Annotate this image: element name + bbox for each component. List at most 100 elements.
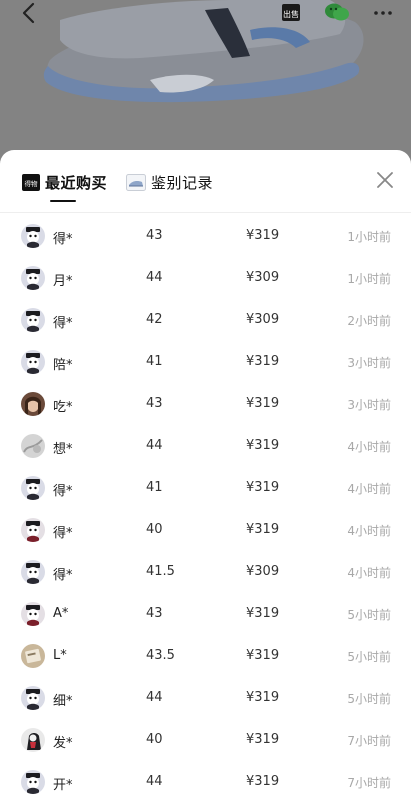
purchase-time: 2小时前 <box>347 314 391 328</box>
purchase-time: 4小时前 <box>347 566 391 580</box>
purchase-list: 得* 43 ¥319 1小时前 月* 44 ¥309 1小时前 得* 42 ¥309 2小时前 陪* 41… <box>0 216 411 800</box>
shoe-size: 44 <box>146 438 163 453</box>
buyer-name: 吃* <box>53 400 73 415</box>
purchase-time: 1小时前 <box>347 272 391 286</box>
avatar <box>21 350 45 374</box>
shoe-size: 44 <box>146 690 163 705</box>
sheet-tabs: 得物 最近购买 鉴别记录 <box>0 150 411 213</box>
avatar <box>21 560 45 584</box>
purchase-time: 5小时前 <box>347 650 391 664</box>
price: ¥319 <box>246 396 280 411</box>
svg-text:得物: 得物 <box>25 179 39 188</box>
price: ¥309 <box>246 270 280 285</box>
buyer-name: 得* <box>53 316 73 331</box>
shoe-size: 41 <box>146 354 163 369</box>
price: ¥319 <box>246 690 280 705</box>
dewu-logo-icon: 得物 <box>22 173 40 191</box>
price: ¥319 <box>246 774 280 789</box>
tab-label: 最近购买 <box>45 173 108 192</box>
avatar <box>21 686 45 710</box>
shoe-size: 40 <box>146 732 163 747</box>
shoe-size: 43 <box>146 606 163 621</box>
shoe-size: 43.5 <box>146 648 175 663</box>
list-item: A* 43 ¥319 5小时前 <box>0 594 411 636</box>
price: ¥319 <box>246 522 280 537</box>
list-item: 想* 44 ¥319 4小时前 <box>0 426 411 468</box>
purchase-time: 7小时前 <box>347 734 391 748</box>
shoe-size: 40 <box>146 522 163 537</box>
buyer-name: A* <box>53 606 69 621</box>
close-icon[interactable] <box>375 170 395 190</box>
shoe-size: 43 <box>146 228 163 243</box>
shoe-size: 44 <box>146 774 163 789</box>
buyer-name: L* <box>53 648 67 663</box>
avatar <box>21 728 45 752</box>
buyer-name: 开* <box>53 778 73 793</box>
list-item: 发* 40 ¥319 7小时前 <box>0 720 411 762</box>
svg-text:出售: 出售 <box>283 9 299 19</box>
tab-recent-purchases[interactable]: 得物 最近购买 <box>22 170 107 194</box>
price: ¥319 <box>246 606 280 621</box>
purchase-time: 3小时前 <box>347 398 391 412</box>
purchase-time: 1小时前 <box>347 230 391 244</box>
avatar <box>21 518 45 542</box>
purchase-time: 4小时前 <box>347 482 391 496</box>
list-item: 开* 44 ¥319 7小时前 <box>0 762 411 800</box>
avatar <box>21 224 45 248</box>
tab-label: 鉴别记录 <box>151 173 214 192</box>
list-item: 吃* 43 ¥319 3小时前 <box>0 384 411 426</box>
avatar <box>21 266 45 290</box>
avatar <box>21 602 45 626</box>
buyer-name: 得* <box>53 526 73 541</box>
price: ¥319 <box>246 732 280 747</box>
recent-purchases-sheet: 得物 最近购买 鉴别记录 得* 43 ¥319 1小时前 月* 44 ¥309 1小时前 得* 4… <box>0 150 411 800</box>
list-item: 得* 41.5 ¥309 4小时前 <box>0 552 411 594</box>
top-bar: 出售 <box>0 0 411 26</box>
shoe-size: 41 <box>146 480 163 495</box>
purchase-time: 3小时前 <box>347 356 391 370</box>
shoe-size: 43 <box>146 396 163 411</box>
avatar <box>21 476 45 500</box>
list-item: 得* 40 ¥319 4小时前 <box>0 510 411 552</box>
list-item: 月* 44 ¥309 1小时前 <box>0 258 411 300</box>
list-item: 得* 43 ¥319 1小时前 <box>0 216 411 258</box>
purchase-time: 4小时前 <box>347 440 391 454</box>
price: ¥319 <box>246 480 280 495</box>
purchase-time: 7小时前 <box>347 776 391 790</box>
purchase-time: 5小时前 <box>347 608 391 622</box>
shoe-size: 44 <box>146 270 163 285</box>
buyer-name: 得* <box>53 484 73 499</box>
active-tab-indicator <box>50 200 76 202</box>
buyer-name: 细* <box>53 694 73 709</box>
buyer-name: 月* <box>53 274 73 289</box>
price: ¥309 <box>246 564 280 579</box>
avatar <box>21 644 45 668</box>
purchase-time: 5小时前 <box>347 692 391 706</box>
avatar <box>21 308 45 332</box>
chevron-left-icon[interactable] <box>18 2 40 24</box>
shoe-size: 42 <box>146 312 163 327</box>
buyer-name: 得* <box>53 232 73 247</box>
sell-button[interactable]: 出售 <box>280 1 302 23</box>
wechat-share-icon[interactable] <box>323 1 351 23</box>
buyer-name: 想* <box>53 442 73 457</box>
price: ¥319 <box>246 354 280 369</box>
list-item: 得* 41 ¥319 4小时前 <box>0 468 411 510</box>
purchase-time: 4小时前 <box>347 524 391 538</box>
list-item: 细* 44 ¥319 5小时前 <box>0 678 411 720</box>
price: ¥319 <box>246 228 280 243</box>
list-item: L* 43.5 ¥319 5小时前 <box>0 636 411 678</box>
price: ¥309 <box>246 312 280 327</box>
buyer-name: 发* <box>53 736 73 751</box>
sneaker-thumb-icon <box>126 173 146 191</box>
more-dots-icon[interactable] <box>372 2 394 24</box>
price: ¥319 <box>246 648 280 663</box>
price: ¥319 <box>246 438 280 453</box>
avatar <box>21 770 45 794</box>
buyer-name: 陪* <box>53 358 73 373</box>
tab-authentication-records[interactable]: 鉴别记录 <box>126 170 213 194</box>
buyer-name: 得* <box>53 568 73 583</box>
list-item: 得* 42 ¥309 2小时前 <box>0 300 411 342</box>
list-item: 陪* 41 ¥319 3小时前 <box>0 342 411 384</box>
shoe-size: 41.5 <box>146 564 175 579</box>
